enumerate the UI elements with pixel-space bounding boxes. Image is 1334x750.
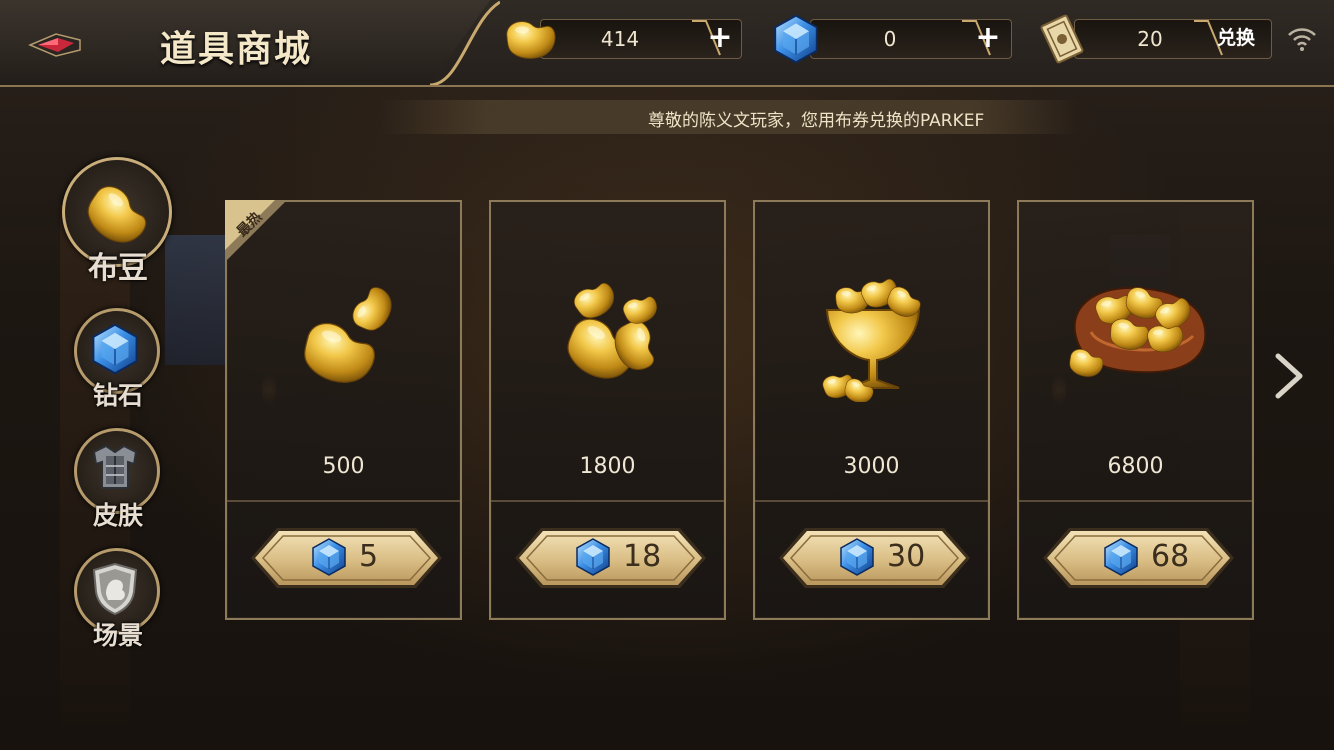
product-card[interactable]: 最热 500 5	[225, 200, 462, 620]
buy-price: 68	[1151, 539, 1190, 574]
coupon-balance: 20 兑换	[1034, 14, 1274, 64]
buy-price: 5	[359, 539, 379, 574]
card-divider	[1019, 500, 1252, 502]
product-card[interactable]: 1800 18	[489, 200, 726, 620]
diamond-icon	[88, 322, 142, 376]
card-divider	[755, 500, 988, 502]
buy-button[interactable]: 68	[1041, 525, 1236, 591]
chevron-right-icon[interactable]	[1272, 350, 1308, 402]
buy-button[interactable]: 5	[249, 525, 444, 591]
shield-lion-icon	[92, 562, 138, 616]
card-divider	[227, 500, 460, 502]
product-card[interactable]: 3000 30	[753, 200, 990, 620]
diamond-icon	[309, 537, 349, 577]
two-beans-icon	[295, 281, 399, 393]
product-amount: 6800	[1107, 454, 1164, 479]
top-bar: 道具商城 414 + 0 + 20 兑换	[0, 0, 1334, 87]
product-amount: 1800	[579, 454, 636, 479]
sidebar-item-label: 钻石	[92, 381, 143, 410]
bean-balance: 414 +	[500, 19, 742, 59]
diamond-icon	[837, 537, 877, 577]
announcement-text: 尊敬的陈义文玩家，您用布券兑换的PARKEF	[648, 111, 985, 131]
sidebar-item-skins[interactable]: 皮肤	[58, 428, 178, 530]
sidebar-item-diamonds[interactable]: 钻石	[58, 308, 178, 410]
bean-goblet-icon	[820, 273, 925, 402]
sidebar-item-scenes[interactable]: 场景	[58, 548, 178, 650]
coupon-card-icon	[1040, 14, 1084, 64]
top-bar-divider	[430, 0, 500, 85]
sidebar-item-label: 布豆	[88, 251, 148, 286]
bean-pile-icon	[557, 277, 662, 390]
buy-button[interactable]: 18	[513, 525, 708, 591]
sidebar-item-label: 场景	[92, 621, 143, 650]
bean-sack-icon	[1066, 284, 1207, 381]
add-beans-button[interactable]: +	[700, 19, 740, 57]
coupon-balance-value: 20	[1137, 27, 1163, 51]
bean-icon	[500, 13, 558, 63]
announcement-marquee: 尊敬的陈义文玩家，您用布券兑换的PARKEF	[380, 100, 1080, 134]
exchange-coupons-button[interactable]: 兑换	[1206, 19, 1266, 57]
diamond-balance: 0 +	[770, 19, 1012, 59]
armor-icon	[92, 444, 138, 489]
sidebar-item-beans[interactable]: 布豆	[58, 155, 178, 286]
buy-price: 18	[623, 539, 662, 574]
sidebar-item-label: 皮肤	[92, 501, 143, 530]
product-amount: 3000	[843, 454, 900, 479]
product-amount: 500	[322, 454, 365, 479]
diamond-balance-value: 0	[883, 27, 897, 51]
card-divider	[491, 500, 724, 502]
back-arrow-icon[interactable]	[28, 30, 84, 60]
diamond-icon	[1101, 537, 1141, 577]
product-card[interactable]: 6800 68	[1017, 200, 1254, 620]
bean-icon	[80, 177, 152, 249]
wifi-icon	[1288, 28, 1316, 51]
diamond-icon	[573, 537, 613, 577]
buy-price: 30	[887, 539, 926, 574]
add-diamonds-button[interactable]: +	[968, 19, 1008, 57]
page-title: 道具商城	[160, 28, 313, 70]
buy-button[interactable]: 30	[777, 525, 972, 591]
bean-balance-value: 414	[600, 27, 640, 51]
diamond-icon	[770, 13, 822, 65]
